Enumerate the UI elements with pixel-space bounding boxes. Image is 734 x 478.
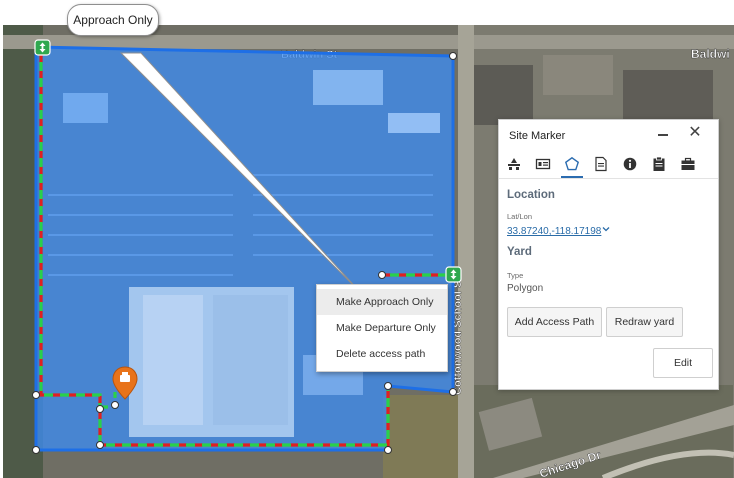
callout-text: Approach Only	[73, 13, 153, 27]
tab-id[interactable]	[530, 152, 556, 177]
tab-site[interactable]	[501, 152, 527, 177]
tab-clipboard[interactable]	[646, 152, 672, 177]
tab-notes[interactable]	[588, 152, 614, 177]
tab-briefcase[interactable]	[675, 152, 701, 177]
notes-icon	[595, 156, 607, 172]
up-down-arrow-icon[interactable]	[34, 39, 51, 56]
menu-item-make-departure-only[interactable]: Make Departure Only	[317, 315, 447, 341]
polygon-icon	[564, 156, 580, 171]
panel-header: Site Marker ✕	[499, 120, 718, 152]
type-value: Polygon	[507, 283, 544, 294]
info-icon	[623, 157, 637, 171]
chevron-down-icon[interactable]	[602, 225, 610, 233]
redraw-yard-button[interactable]: Redraw yard	[606, 307, 683, 337]
up-down-arrow-icon[interactable]	[445, 266, 462, 283]
street-label-baldwin-east: Baldwi	[691, 47, 730, 61]
tab-polygon[interactable]	[559, 152, 585, 178]
id-card-icon	[535, 158, 551, 170]
yard-heading: Yard	[507, 246, 532, 258]
panel-tabs	[499, 152, 718, 179]
location-heading: Location	[507, 189, 555, 201]
add-access-path-button[interactable]: Add Access Path	[507, 307, 602, 337]
access-path-context-menu: Make Approach Only Make Departure Only D…	[316, 284, 448, 372]
latlon-link[interactable]: 33.87240,-118.17198	[507, 226, 601, 237]
site-tab-icon	[508, 158, 520, 170]
menu-item-delete-access-path[interactable]: Delete access path	[317, 341, 447, 367]
close-button[interactable]: ✕	[687, 124, 703, 142]
edit-button[interactable]: Edit	[653, 348, 713, 378]
clipboard-icon	[653, 156, 665, 171]
approach-only-callout: Approach Only	[67, 4, 159, 36]
panel-title: Site Marker	[509, 130, 566, 142]
type-label: Type	[507, 271, 524, 280]
site-marker-panel: Site Marker ✕ Location Lat/Lon 33.87240,…	[498, 119, 719, 390]
menu-item-make-approach-only[interactable]: Make Approach Only	[317, 289, 447, 315]
briefcase-icon	[681, 157, 695, 170]
minimize-button[interactable]	[655, 125, 671, 143]
tab-info[interactable]	[617, 152, 643, 177]
latlon-label: Lat/Lon	[507, 212, 533, 221]
